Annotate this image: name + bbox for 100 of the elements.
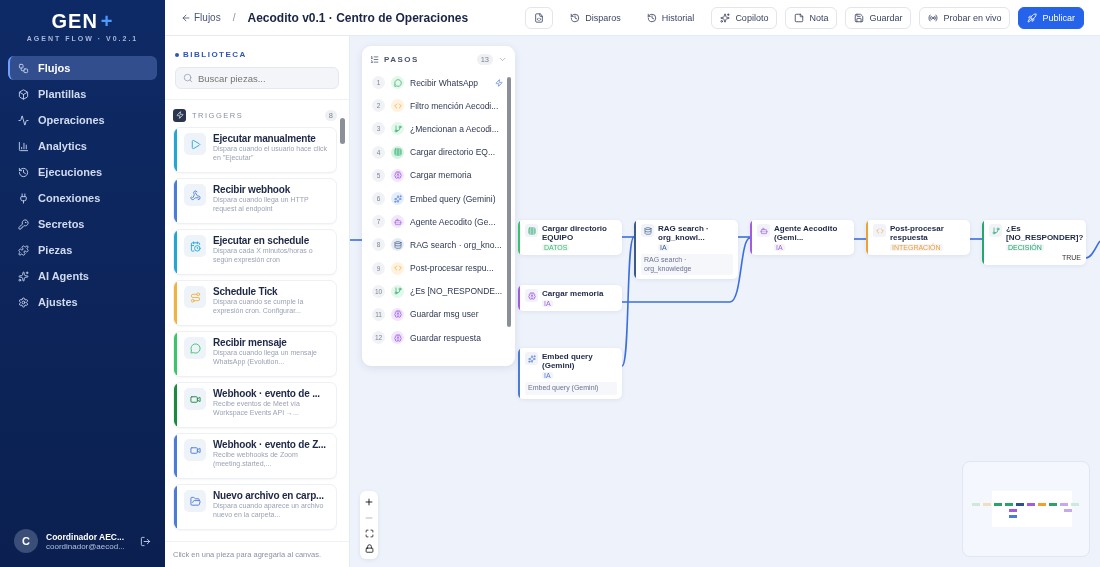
note-icon	[794, 12, 805, 23]
trigger-title: Recibir webhook	[213, 184, 291, 195]
step-label: Cargar memoria	[410, 170, 473, 181]
bot-icon	[757, 224, 770, 237]
webhook-icon	[189, 189, 201, 201]
toolbar-button[interactable]: Nota	[785, 6, 838, 29]
node-title: Cargar directorio EQUIPO	[542, 224, 608, 243]
rocket-icon	[1027, 12, 1038, 23]
memory-icon	[391, 331, 404, 345]
branch-icon	[391, 284, 404, 298]
nav-item[interactable]: AI Agents	[8, 264, 157, 288]
pulse-icon	[18, 114, 29, 126]
memory-icon	[525, 289, 538, 302]
back-link[interactable]: Flujos	[181, 12, 221, 23]
puzzle-icon	[18, 244, 29, 256]
code-icon	[391, 261, 404, 275]
node-title: RAG search · org_knowl...	[658, 224, 710, 243]
bolt-icon	[173, 108, 186, 122]
toolbar-button[interactable]: Probar en vivo	[919, 6, 1011, 29]
step-label: ¿Mencionan a Aecodi...	[410, 123, 500, 134]
dot-icon	[175, 52, 179, 57]
connector-line	[969, 238, 983, 240]
lock-icon[interactable]	[364, 544, 374, 553]
history-icon	[18, 166, 29, 178]
nav-item[interactable]: Ejecuciones	[8, 160, 157, 184]
chevron-icon[interactable]	[498, 55, 507, 64]
trigger-title: Nuevo archivo en carp...	[213, 490, 325, 501]
search-field[interactable]: Buscar piezas...	[175, 67, 339, 89]
nav-item[interactable]: Piezas	[8, 238, 157, 262]
database-icon	[641, 224, 654, 237]
toolbar-button[interactable]: Guardar	[845, 6, 912, 29]
fit-view-icon[interactable]	[364, 529, 374, 538]
branch-icon	[391, 122, 404, 136]
steps-title: PASOS	[384, 55, 420, 64]
nav-item[interactable]: Secretos	[8, 212, 157, 236]
nav-item[interactable]: Flujos	[8, 56, 157, 80]
nav-item[interactable]: Operaciones	[8, 108, 157, 132]
table-icon	[391, 145, 404, 159]
back-arrow-icon	[181, 12, 191, 23]
sparkle-icon	[18, 270, 29, 282]
connector-line	[1085, 240, 1100, 259]
trigger-title: Ejecutar manualmente	[213, 133, 317, 144]
settings-icon	[18, 296, 29, 308]
branch-icon	[989, 224, 1002, 237]
step-label: Filtro mención Aecodi...	[410, 100, 500, 111]
logout-icon[interactable]	[140, 535, 151, 547]
box-icon	[18, 88, 29, 100]
table-icon	[525, 224, 538, 237]
folder-icon	[189, 495, 201, 507]
history-icon	[570, 12, 581, 23]
sparkle-icon	[391, 192, 404, 206]
zoom-in-icon[interactable]	[364, 497, 374, 507]
video-icon	[189, 393, 201, 405]
trigger-title: Schedule Tick	[213, 286, 279, 297]
file-icon	[534, 12, 545, 23]
breadcrumb-separator: /	[232, 12, 236, 23]
nav-item[interactable]: Analytics	[8, 134, 157, 158]
chart-icon	[18, 140, 29, 152]
video-icon	[189, 444, 201, 456]
bot-icon	[391, 215, 404, 229]
node-title: Embed query (Gemini)	[542, 352, 594, 371]
code-icon	[391, 99, 404, 113]
code-icon	[873, 224, 886, 237]
step-label: Recibir WhatsApp	[410, 77, 480, 88]
nav-item[interactable]: Conexiones	[8, 186, 157, 210]
toolbar-button[interactable]: Copiloto	[711, 6, 778, 29]
step-label: Embed query (Gemini)	[410, 193, 497, 204]
node-title: Cargar memoria	[542, 289, 605, 299]
memory-icon	[391, 168, 404, 182]
trigger-title: Webhook · evento de ...	[213, 388, 321, 399]
user-email: coordinador@aecod...	[46, 541, 126, 551]
calendar-icon	[189, 240, 201, 252]
toolbar-button[interactable]: Publicar	[1018, 6, 1084, 29]
list-icon	[370, 55, 379, 64]
step-label: Agente Aecodito (Ge...	[410, 216, 497, 227]
connector-line	[350, 239, 363, 241]
step-label: Cargar directorio EQ...	[410, 147, 497, 158]
route-icon	[189, 291, 201, 303]
user-name: Coordinador AEC...	[46, 531, 126, 542]
sparkle-icon	[720, 12, 731, 23]
step-label: Post-procesar respu...	[410, 263, 495, 274]
nav-item[interactable]: Plantillas	[8, 82, 157, 106]
icon-button[interactable]	[525, 6, 554, 29]
chat-icon	[189, 342, 201, 354]
key-icon	[18, 218, 29, 230]
trigger-title: Webhook · evento de Z...	[213, 439, 327, 450]
step-label: RAG search · org_kno...	[410, 239, 503, 250]
flow-title: Aecodito v0.1 · Centro de Operaciones	[247, 10, 470, 25]
save-icon	[854, 12, 865, 23]
broadcast-icon	[928, 12, 939, 23]
memory-icon	[391, 307, 404, 321]
node-title: Agente Aecodito (Gemi...	[774, 224, 839, 243]
play-icon	[189, 138, 201, 150]
database-icon	[391, 238, 404, 252]
node-title: ¿Es [NO_RESPONDER]?	[1006, 224, 1081, 243]
step-label: Guardar msg user	[410, 309, 480, 320]
sparkle-icon	[525, 352, 538, 365]
connector-line	[853, 238, 867, 240]
nav-item[interactable]: Ajustes	[8, 290, 157, 314]
trigger-title: Ejecutar en schedule	[213, 235, 311, 246]
